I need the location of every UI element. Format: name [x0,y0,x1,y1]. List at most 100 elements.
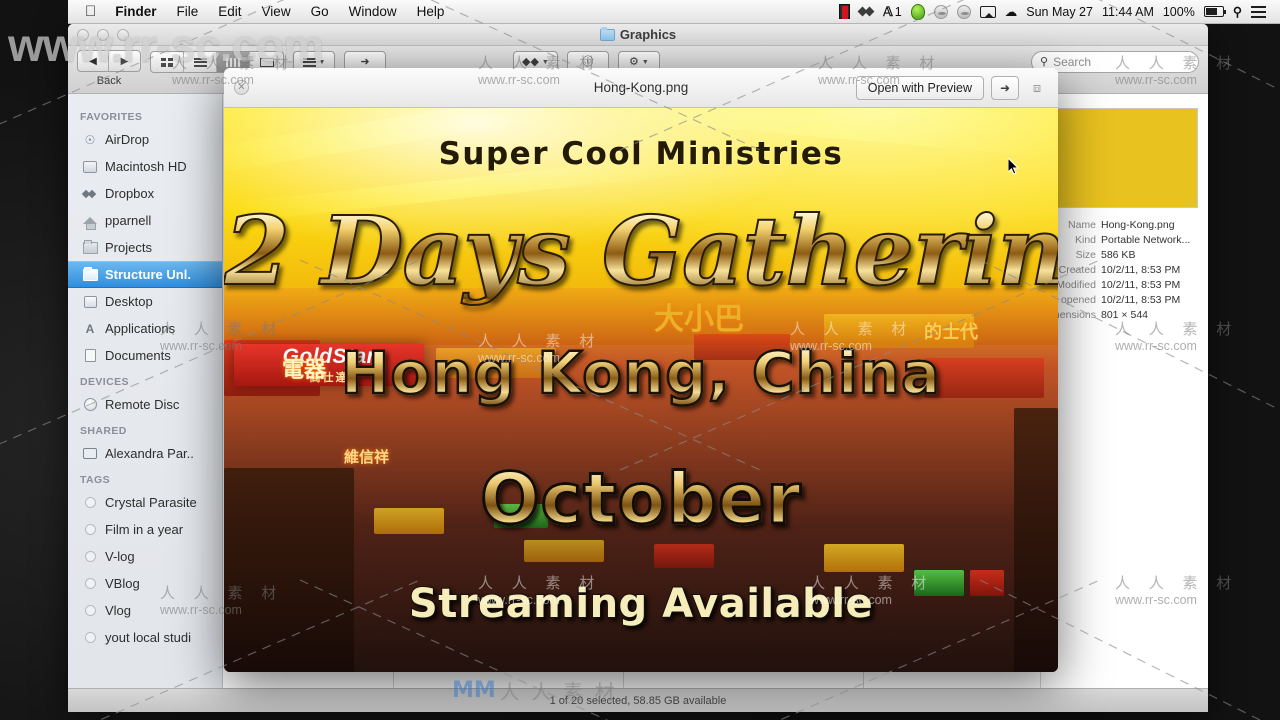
icon-view-button[interactable] [151,52,184,72]
sidebar-item-vblog[interactable]: VBlog [68,570,222,597]
list-view-button[interactable] [184,52,217,72]
macos-menubar[interactable]:  Finder File Edit View Go Window Help 𝔸… [68,0,1280,24]
menu-item-window[interactable]: Window [339,4,407,19]
sidebar-item-desktop[interactable]: Desktop [68,288,222,315]
sidebar-item-alexandra-par[interactable]: Alexandra Par.. [68,440,222,467]
preview-info-pane: Super Cool Ministries 2 Days Gathering H… [1040,94,1208,688]
sidebar-item-crystal-parasite[interactable]: Crystal Parasite [68,489,222,516]
forward-button[interactable]: ▶ [109,51,140,71]
sidebar-item-label: Film in a year [105,522,184,537]
disc-icon [82,398,98,412]
file-info-value: 10/2/11, 8:53 PM [1101,294,1181,306]
poster-line-main: 2 Days Gathering [224,196,1058,307]
sidebar-item-remote-disc[interactable]: Remote Disc [68,391,222,418]
quicklook-titlebar[interactable]: ✕ Hong-Kong.png Open with Preview ➜ ⧈ [224,68,1058,108]
tag-icon [82,496,98,510]
sidebar-item-yout-local-studi[interactable]: yout local studi [68,624,222,651]
sidebar-item-applications[interactable]: A Applications [68,315,222,342]
sidebar-item-projects[interactable]: Projects [68,234,222,261]
sidebar-section-header: SHARED [80,425,127,437]
file-info-row: Dimensions801 × 544 [1048,308,1208,323]
sidebar-item-film-in-a-year[interactable]: Film in a year [68,516,222,543]
back-forward-segment[interactable]: ◀ ▶ [77,50,141,72]
chevron-down-icon: ▼ [541,58,549,66]
back-button[interactable]: ◀ [78,51,109,71]
search-icon: ⚲ [1040,55,1049,68]
monitor-icon [82,447,98,461]
sidebar-item-dropbox[interactable]: Dropbox [68,180,222,207]
neon-sign [824,544,904,572]
home-icon [82,214,98,230]
sidebar-item-airdrop[interactable]: ☉ AirDrop [68,126,222,153]
watermark-cn: 人 人 素 材 [499,682,618,704]
sidebar-item-label: Applications [105,321,176,336]
sidebar-item-pparnell[interactable]: pparnell [68,207,222,234]
arrange-icon [302,57,316,67]
file-info-row: Modified 10/2/11, 8:53 PM [1048,278,1208,293]
chevron-down-icon: ▼ [318,58,326,66]
sidebar-item-macintosh-hd[interactable]: Macintosh HD [68,153,222,180]
notification-center-icon[interactable] [1251,5,1266,18]
menu-item-help[interactable]: Help [407,4,455,19]
sidebar-item-label: Documents [105,348,171,363]
bluetooth-icon[interactable] [956,4,971,19]
menubar-time[interactable]: 11:44 AM [1102,5,1154,19]
apple-menu-icon[interactable]:  [76,4,105,19]
sidebar-item-label: AirDrop [105,132,150,147]
battery-percent[interactable]: 100% [1163,5,1195,19]
neon-sign [654,544,714,568]
search-placeholder: Search [1053,55,1092,69]
tag-icon: ◆◆ [522,55,539,68]
file-info-value: 801 × 544 [1101,309,1149,321]
sidebar-section-header: FAVORITES [80,111,143,123]
poster-line-city: Hong Kong, China [224,338,1058,409]
adobe-icon[interactable]: 𝔸 1 [883,4,902,20]
menubar-date[interactable]: Sun May 27 [1026,5,1093,19]
info-icon: ⓘ [582,55,594,68]
folder-icon [599,26,615,41]
timemachine-icon[interactable] [933,4,948,19]
sidebar-section-header: TAGS [80,474,110,486]
desktop-screen: Graphics ◀ ▶ Back ▼ ➜ ◆◆ ▼ ⓘ ⚙ ▼ ⚲ Searc… [0,0,1280,720]
menu-item-file[interactable]: File [167,4,209,19]
mouse-cursor [1008,158,1020,175]
sidebar-item-label: Vlog [105,603,132,618]
file-info-row: Last opened10/2/11, 8:53 PM [1048,293,1208,308]
battery-icon[interactable] [1203,6,1226,17]
finder-title-text: Graphics [619,27,677,42]
menu-item-view[interactable]: View [252,4,301,19]
menu-item-finder[interactable]: Finder [105,4,166,19]
airplay-icon[interactable] [979,5,996,18]
menubar-status-items[interactable]: 𝔸 1 ☁ Sun May 27 11:44 AM 100% ⚲ [839,3,1272,20]
nav-group[interactable]: ◀ ▶ Back [77,50,141,87]
sidebar-item-v-log[interactable]: V-log [68,543,222,570]
columns-icon [226,57,240,67]
sidebar-item-label: Remote Disc [105,397,180,412]
quicklook-window[interactable]: ✕ Hong-Kong.png Open with Preview ➜ ⧈ 大小… [224,68,1058,672]
spotlight-icon[interactable]: ⚲ [1233,4,1242,19]
wifi-icon[interactable]: ☁ [1005,4,1018,19]
sidebar-item-label: VBlog [105,576,140,591]
thumbnail-artwork: Super Cool Ministries 2 Days Gathering H… [1053,109,1197,207]
sidebar-item-vlog[interactable]: Vlog [68,597,222,624]
file-info-value: Portable Network... [1101,234,1191,246]
film-icon[interactable] [839,4,851,19]
sidebar-item-structure-unl[interactable]: Structure Unl. [68,261,222,288]
grid-icon [161,57,173,67]
lime-icon[interactable] [910,3,925,20]
menu-item-edit[interactable]: Edit [208,4,251,19]
poster-line-month: October [224,457,1058,542]
file-info-value: Hong-Kong.png [1101,219,1175,231]
dropbox-icon[interactable] [859,5,874,19]
sidebar-item-label: Macintosh HD [105,159,187,174]
quicklook-title: Hong-Kong.png [593,80,689,95]
sidebar-item-label: pparnell [105,213,152,228]
coverflow-icon [259,57,274,67]
tag-icon [82,604,98,618]
menu-item-go[interactable]: Go [301,4,339,19]
file-info-value: 586 KB [1101,249,1136,261]
finder-titlebar[interactable]: Graphics [68,24,1208,46]
sidebar-item-documents[interactable]: Documents [68,342,222,369]
tag-icon [82,631,98,645]
finder-sidebar[interactable]: FAVORITES ☉ AirDrop Macintosh HD Dropbox ppar… [68,94,223,688]
